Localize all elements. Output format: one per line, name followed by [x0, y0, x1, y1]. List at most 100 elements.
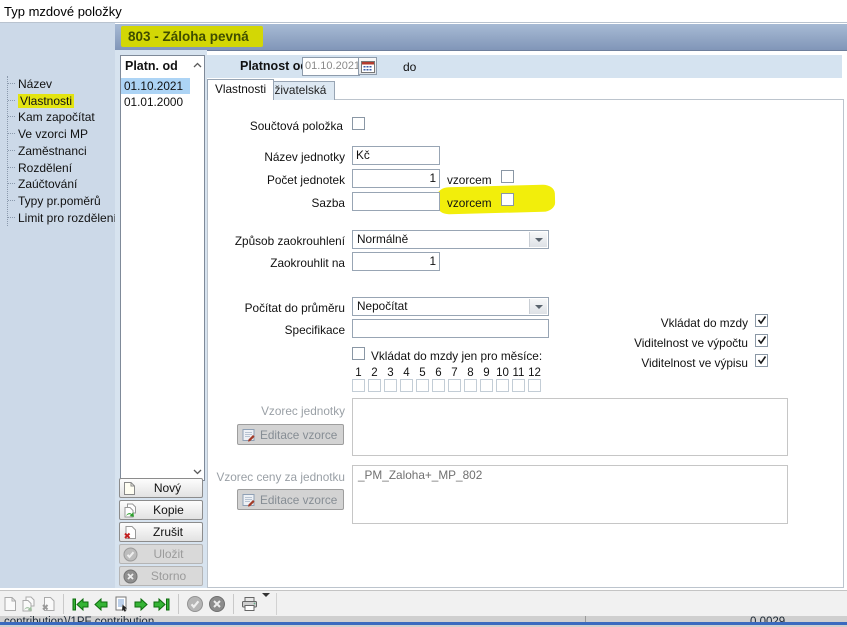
toolbar-separator	[233, 594, 234, 614]
sidebar-item-vlastnosti[interactable]: Vlastnosti	[8, 93, 117, 110]
month-checkbox-5[interactable]	[416, 379, 429, 392]
mesice-checkbox[interactable]	[352, 347, 365, 360]
editace-vzorce-label: Editace vzorce	[260, 493, 337, 507]
dialog-top-border	[0, 22, 847, 23]
delete-icon[interactable]	[41, 596, 56, 612]
nav-prev-icon[interactable]	[93, 597, 109, 612]
scroll-up-icon[interactable]	[193, 62, 202, 68]
editace-vzorce-jednotky-button[interactable]: Editace vzorce	[237, 424, 344, 445]
month-checkbox-1[interactable]	[352, 379, 365, 392]
sidebar-highlight: Vlastnosti	[18, 94, 74, 108]
viditelnost-vypocet-checkbox[interactable]	[755, 334, 768, 347]
cancel-circle-icon	[123, 569, 138, 584]
save-button[interactable]: Uložit	[119, 544, 203, 564]
zaokrouhlit-na-input[interactable]: 1	[352, 252, 440, 271]
souctova-polozka-checkbox[interactable]	[352, 117, 365, 130]
month-checkbox-12[interactable]	[528, 379, 541, 392]
sidebar-item-zamestnanci[interactable]: Zaměstnanci	[8, 143, 117, 160]
delete-button[interactable]: Zrušit	[119, 522, 203, 542]
month-checkbox-10[interactable]	[496, 379, 509, 392]
month-checkbox-7[interactable]	[448, 379, 461, 392]
vkladat-do-mzdy-label: Vkládat do mzdy	[560, 316, 748, 330]
cancel-circle-icon[interactable]	[208, 595, 226, 613]
sidebar-item-zauctovani[interactable]: Zaúčtování	[8, 176, 117, 193]
toolbar-separator	[178, 594, 179, 614]
nazev-jednotky-label: Název jednotky	[207, 150, 345, 164]
item-header-bar: 803 - Záloha pevná	[115, 24, 847, 51]
vzorec-ceny-textarea[interactable]: _PM_Zaloha+_MP_802	[352, 465, 788, 524]
zpusob-zaokrouhleni-label: Způsob zaokrouhlení	[207, 234, 345, 248]
month-checkbox-3[interactable]	[384, 379, 397, 392]
validity-to-label: do	[403, 60, 416, 74]
vzorec-ceny-label: Vzorec ceny za jednotku	[207, 470, 345, 484]
nav-first-icon[interactable]	[71, 597, 89, 612]
record-list-icon[interactable]	[113, 596, 129, 612]
nav-next-icon[interactable]	[133, 597, 149, 612]
month-numbers-row: 123456789101112	[352, 365, 544, 379]
month-checkbox-6[interactable]	[432, 379, 445, 392]
sazba-input[interactable]	[352, 192, 440, 211]
vzorec-jednotky-label: Vzorec jednotky	[207, 404, 345, 418]
delete-button-label: Zrušit	[137, 525, 199, 539]
new-button[interactable]: Nový	[119, 478, 203, 498]
pocitat-do-prumeru-label: Počítat do průměru	[207, 301, 345, 315]
sidebar-item-kam-zapocitat[interactable]: Kam započítat	[8, 109, 117, 126]
zaokrouhlit-na-label: Zaokrouhlit na	[207, 256, 345, 270]
nazev-jednotky-input[interactable]: Kč	[352, 146, 440, 165]
window-title: Typ mzdové položky	[4, 4, 122, 19]
item-code-title: 803 - Záloha pevná	[121, 26, 263, 47]
calendar-icon	[361, 60, 375, 73]
sidebar-item-typy-pr-pomeru[interactable]: Typy pr.poměrů	[8, 193, 117, 210]
chevron-down-icon[interactable]	[529, 299, 547, 314]
pocet-vzorcem-checkbox[interactable]	[501, 170, 514, 183]
pocet-vzorcem-label: vzorcem	[447, 173, 491, 187]
viditelnost-vypis-checkbox[interactable]	[755, 354, 768, 367]
month-checkbox-4[interactable]	[400, 379, 413, 392]
month-checkbox-9[interactable]	[480, 379, 493, 392]
vkladat-do-mzdy-checkbox[interactable]	[755, 314, 768, 327]
sidebar-tree: Název Vlastnosti Kam započítat Ve vzorci…	[7, 76, 117, 226]
specifikace-input[interactable]	[352, 319, 549, 338]
validity-history-list[interactable]: Platn. od 01.10.2021 01.01.2000	[120, 55, 205, 481]
month-checkbox-8[interactable]	[464, 379, 477, 392]
editace-vzorce-ceny-button[interactable]: Editace vzorce	[237, 489, 344, 510]
confirm-circle-icon	[123, 547, 138, 562]
checkbox-check-icon	[756, 354, 768, 366]
pocet-jednotek-input[interactable]: 1	[352, 169, 440, 188]
pocitat-do-prumeru-select[interactable]: Nepočítat	[352, 297, 549, 316]
sazba-vzorcem-checkbox[interactable]	[501, 193, 514, 206]
calendar-button[interactable]	[358, 57, 377, 75]
chevron-down-icon[interactable]	[529, 232, 547, 247]
vzorec-jednotky-textarea[interactable]	[352, 398, 788, 456]
month-checkbox-11[interactable]	[512, 379, 525, 392]
sidebar-item-limit-pro-rozdeleni[interactable]: Limit pro rozdělení	[8, 210, 117, 227]
printer-icon[interactable]	[241, 596, 258, 612]
list-item[interactable]: 01.10.2021	[121, 78, 190, 94]
sidebar-item-nazev[interactable]: Název	[8, 76, 117, 93]
toolbar-separator	[63, 594, 64, 614]
delete-icon	[123, 525, 137, 540]
sidebar-item-ve-vzorci-mp[interactable]: Ve vzorci MP	[8, 126, 117, 143]
viditelnost-vypocet-label: Viditelnost ve výpočtu	[560, 336, 748, 350]
validity-from-input[interactable]: 01.10.2021	[302, 57, 360, 76]
confirm-circle-icon[interactable]	[186, 595, 204, 613]
souctova-polozka-label: Součtová položka	[207, 119, 343, 133]
new-document-icon[interactable]	[3, 596, 17, 612]
formula-edit-icon	[242, 493, 256, 507]
copy-icon[interactable]	[21, 596, 37, 612]
nav-last-icon[interactable]	[153, 597, 171, 612]
zpusob-zaokrouhleni-select[interactable]: Normálně	[352, 230, 549, 249]
pocitat-do-prumeru-value: Nepočítat	[357, 299, 408, 313]
sidebar: Název Vlastnosti Kam započítat Ve vzorci…	[0, 23, 115, 588]
list-item[interactable]: 01.01.2000	[121, 94, 190, 110]
copy-button[interactable]: Kopie	[119, 500, 203, 520]
history-list-header: Platn. od	[125, 59, 178, 73]
tab-vlastnosti[interactable]: Vlastnosti	[207, 79, 274, 100]
month-checkbox-2[interactable]	[368, 379, 381, 392]
sidebar-item-rozdeleni[interactable]: Rozdělení	[8, 160, 117, 177]
new-button-label: Nový	[136, 481, 199, 495]
scroll-down-icon[interactable]	[193, 469, 202, 475]
cancel-button[interactable]: Storno	[119, 566, 203, 586]
validity-from-label: Platnost od	[240, 59, 308, 73]
save-button-label: Uložit	[138, 547, 199, 561]
